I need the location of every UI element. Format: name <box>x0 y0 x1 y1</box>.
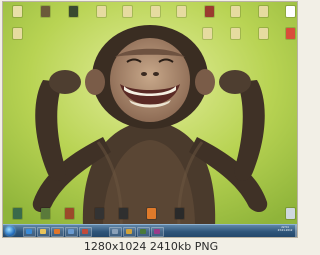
shortcut-icon <box>119 208 128 219</box>
shortcut-icon <box>203 28 212 39</box>
taskbar-media-icon[interactable] <box>51 227 64 237</box>
shortcut-icon <box>259 6 268 17</box>
desktop-icon[interactable] <box>199 28 215 50</box>
shortcut-icon <box>175 208 184 219</box>
taskbar-app-8-icon[interactable] <box>137 227 150 237</box>
taskbar-explorer-icon[interactable] <box>37 227 50 237</box>
shortcut-icon <box>41 6 50 17</box>
shortcut-icon <box>97 6 106 17</box>
start-button[interactable] <box>5 226 15 236</box>
desktop-icon[interactable] <box>65 6 81 28</box>
shortcut-icon <box>205 6 214 17</box>
app-glyph-icon <box>26 229 32 234</box>
clock-date: 23.01.2012 <box>277 229 293 233</box>
app-glyph-icon <box>154 229 160 234</box>
shortcut-icon <box>151 6 160 17</box>
app-glyph-icon <box>68 229 74 234</box>
desktop-icon[interactable] <box>37 6 53 28</box>
image-info-caption: 1280x1024 2410kb PNG <box>83 240 219 253</box>
shortcut-icon <box>286 28 295 39</box>
app-glyph-icon <box>112 229 118 234</box>
taskbar-app-5-icon[interactable] <box>79 227 92 237</box>
shortcut-icon <box>95 208 104 219</box>
show-desktop-button[interactable] <box>295 225 297 237</box>
desktop-icon[interactable] <box>282 6 297 28</box>
shortcut-icon <box>41 208 50 219</box>
taskbar-app-9-icon[interactable] <box>151 227 164 237</box>
shortcut-icon <box>177 6 186 17</box>
taskbar-ie-icon[interactable] <box>23 227 36 237</box>
desktop-icon[interactable] <box>9 6 25 28</box>
app-glyph-icon <box>54 229 60 234</box>
taskbar-app-4-icon[interactable] <box>65 227 78 237</box>
shortcut-icon <box>123 6 132 17</box>
desktop-icon[interactable] <box>93 6 109 28</box>
shortcut-icon <box>13 28 22 39</box>
taskbar-app-7-icon[interactable] <box>123 227 136 237</box>
app-glyph-icon <box>82 229 88 234</box>
desktop-icon[interactable] <box>255 28 271 50</box>
shortcut-icon <box>69 6 78 17</box>
shortcut-icon <box>13 6 22 17</box>
desktop-icon[interactable] <box>147 6 163 28</box>
desktop-icon[interactable] <box>255 6 271 28</box>
shortcut-icon <box>286 6 295 17</box>
desktop-icon[interactable] <box>9 28 25 50</box>
desktop-icon[interactable] <box>227 6 243 28</box>
app-glyph-icon <box>140 229 146 234</box>
taskbar: 22:54 23.01.2012 <box>3 224 297 237</box>
desktop-screenshot: 22:54 23.01.2012 <box>2 1 298 238</box>
shortcut-icon <box>259 28 268 39</box>
desktop-icon[interactable] <box>201 6 217 28</box>
shortcut-icon <box>231 28 240 39</box>
desktop-icon[interactable] <box>173 6 189 28</box>
taskbar-app-6-icon[interactable] <box>109 227 122 237</box>
shortcut-icon <box>65 208 74 219</box>
system-clock[interactable]: 22:54 23.01.2012 <box>276 226 294 236</box>
app-glyph-icon <box>126 229 132 234</box>
chimpanzee-wallpaper <box>3 2 297 227</box>
shortcut-icon <box>231 6 240 17</box>
shortcut-icon <box>13 208 22 219</box>
app-glyph-icon <box>40 229 46 234</box>
desktop-icon[interactable] <box>119 6 135 28</box>
desktop-icon[interactable] <box>227 28 243 50</box>
shortcut-icon <box>286 208 295 219</box>
shortcut-icon <box>147 208 156 219</box>
desktop-icon[interactable] <box>282 28 297 50</box>
